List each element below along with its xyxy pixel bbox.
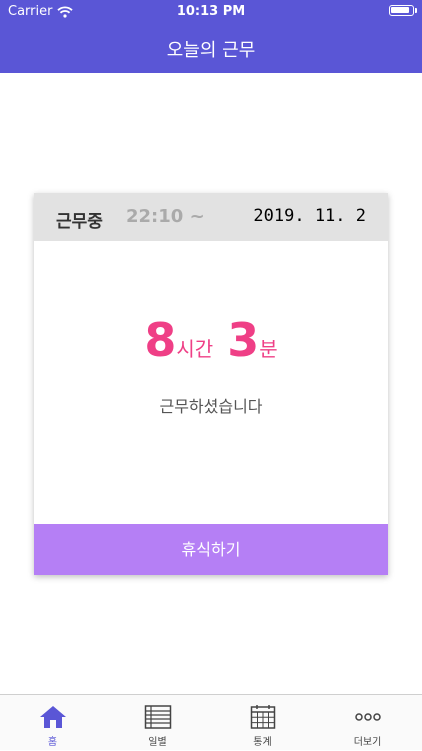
status-bar: Carrier 10:13 PM [0,0,422,24]
battery-level [391,7,409,13]
app-header: Carrier 10:13 PM 오늘의 근무 [0,0,422,73]
work-duration: 8시간 3분 [34,313,388,367]
minutes-value: 3 [227,313,260,367]
page-title: 오늘의 근무 [166,40,256,61]
tab-stats[interactable]: 통계 [210,695,315,751]
work-message: 근무하셨습니다 [159,397,263,416]
tab-stats-label: 통계 [253,737,272,748]
battery-tip [415,8,417,13]
work-date: 2019. 11. 2 [253,206,366,226]
tab-daily-label: 일별 [148,737,167,748]
break-button[interactable]: 휴식하기 [34,524,388,575]
work-status-label: 근무중 [56,212,103,232]
calendar-icon [250,705,276,729]
tab-more-label: 더보기 [353,737,382,748]
battery-icon [389,5,417,16]
start-time: 22:10 ~ [126,206,205,227]
card-header: 근무중 22:10 ~ 2019. 11. 2 [34,193,388,241]
tab-more[interactable]: 더보기 [315,695,420,751]
more-icon [355,713,381,721]
tab-home[interactable]: 홈 [0,695,105,751]
minutes-unit: 분 [259,337,278,361]
hours-unit: 시간 [176,337,214,361]
hours-value: 8 [144,313,177,367]
tab-daily[interactable]: 일별 [105,695,210,751]
tab-home-label: 홈 [47,737,58,748]
list-icon [144,705,172,729]
tab-bar: 홈 일별 통계 더보기 [0,694,422,750]
work-card: 근무중 22:10 ~ 2019. 11. 2 8시간 3분 근무하셨습니다 휴식… [34,193,388,575]
home-icon [40,706,66,728]
status-time: 10:13 PM [176,4,246,19]
